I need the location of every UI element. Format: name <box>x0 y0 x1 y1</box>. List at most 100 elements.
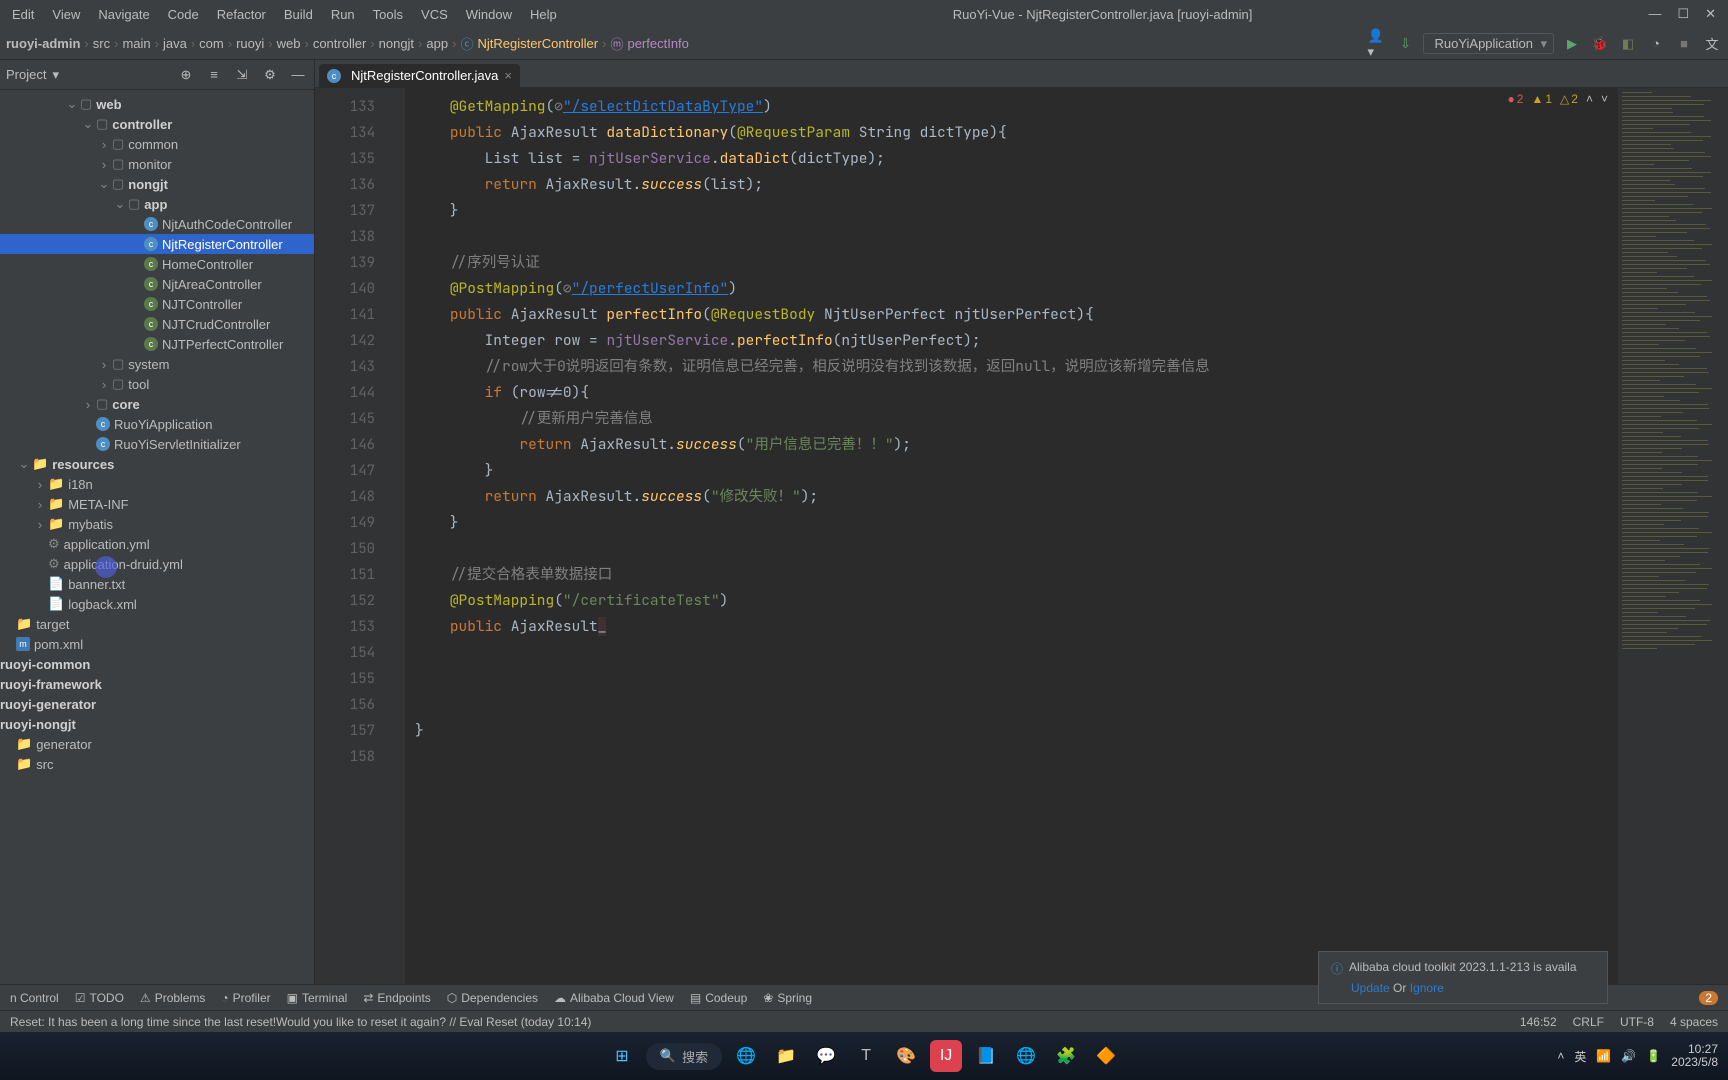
inspections-down-icon[interactable]: ˅ <box>1601 92 1608 106</box>
tree-folder-app[interactable]: ⌄▢app <box>0 194 314 214</box>
errors-badge[interactable]: ● 2 <box>1508 92 1524 106</box>
app-icon-1[interactable]: 🎨 <box>890 1040 922 1072</box>
indent-settings[interactable]: 4 spaces <box>1670 1015 1718 1029</box>
code-editor[interactable]: @GetMapping(⊘"/selectDictDataByType") pu… <box>405 88 1618 984</box>
tree-file-druidyml[interactable]: ⚙application-druid.yml <box>0 554 314 574</box>
tree-file-pom[interactable]: mpom.xml <box>0 634 314 654</box>
tree-folder-target[interactable]: 📁target <box>0 614 314 634</box>
menu-edit[interactable]: Edit <box>4 5 42 24</box>
bc-item[interactable]: main <box>122 36 150 51</box>
tree-folder-system[interactable]: ›▢system <box>0 354 314 374</box>
system-tray[interactable]: ˄ 英 📶 🔊 🔋 10:27 2023/5/8 <box>1557 1043 1718 1069</box>
tray-battery-icon[interactable]: 🔋 <box>1646 1049 1661 1063</box>
tray-date[interactable]: 2023/5/8 <box>1671 1055 1718 1069</box>
explorer-icon[interactable]: 📁 <box>770 1040 802 1072</box>
bc-item[interactable]: web <box>277 36 301 51</box>
collapse-all-icon[interactable]: ⇲ <box>232 65 252 85</box>
bottom-tab-endpoints[interactable]: ⇄ Endpoints <box>363 991 430 1005</box>
tree-file-njt[interactable]: cNJTController <box>0 294 314 314</box>
weak-warn-badge[interactable]: △ 2 <box>1560 92 1578 106</box>
editor-tab-njtregister[interactable]: c NjtRegisterController.java × <box>319 64 520 87</box>
popup-update-link[interactable]: Update <box>1351 981 1390 995</box>
menu-vcs[interactable]: VCS <box>413 5 456 24</box>
tree-folder-monitor[interactable]: ›▢monitor <box>0 154 314 174</box>
run-config-select[interactable]: RuoYiApplication <box>1423 33 1554 54</box>
menu-run[interactable]: Run <box>323 5 363 24</box>
line-separator[interactable]: CRLF <box>1573 1015 1604 1029</box>
tree-file-njtregister[interactable]: cNjtRegisterController <box>0 234 314 254</box>
tree-folder-nongjt[interactable]: ⌄▢nongjt <box>0 174 314 194</box>
notification-count-badge[interactable]: 2 <box>1699 991 1718 1005</box>
bottom-tab-deps[interactable]: ⬡ Dependencies <box>447 991 538 1005</box>
bc-class[interactable]: NjtRegisterController <box>477 36 598 51</box>
inspections-up-icon[interactable]: ˄ <box>1586 92 1593 106</box>
bottom-tab-vc[interactable]: n Control <box>10 991 59 1005</box>
tree-folder-common[interactable]: ›▢common <box>0 134 314 154</box>
bc-method[interactable]: perfectInfo <box>627 36 688 51</box>
bc-item[interactable]: java <box>163 36 187 51</box>
bc-item[interactable]: src <box>93 36 110 51</box>
hide-tool-window-icon[interactable]: — <box>288 65 308 85</box>
inspection-indicators[interactable]: ● 2 ▲ 1 △ 2 ˄ ˅ <box>1508 92 1608 106</box>
tree-mod-common[interactable]: ruoyi-common <box>0 654 314 674</box>
tree-file-njtperfect[interactable]: cNJTPerfectController <box>0 334 314 354</box>
minimize-icon[interactable]: — <box>1648 6 1661 22</box>
typora-icon[interactable]: T <box>850 1040 882 1072</box>
bc-item[interactable]: ruoyi <box>236 36 264 51</box>
debug-icon[interactable]: 🐞 <box>1590 34 1610 54</box>
intellij-icon[interactable]: IJ <box>930 1040 962 1072</box>
tray-time[interactable]: 10:27 <box>1688 1042 1718 1056</box>
tree-file-banner[interactable]: 📄banner.txt <box>0 574 314 594</box>
edge-icon[interactable]: 🌐 <box>730 1040 762 1072</box>
tree-mod-generator[interactable]: ruoyi-generator <box>0 694 314 714</box>
start-icon[interactable]: ⊞ <box>606 1040 638 1072</box>
tree-folder-metainf[interactable]: ›📁META-INF <box>0 494 314 514</box>
coverage-icon[interactable]: ◧ <box>1618 34 1638 54</box>
app-icon-2[interactable]: 📘 <box>970 1040 1002 1072</box>
bottom-tab-codeup[interactable]: ▤ Codeup <box>690 991 747 1005</box>
bottom-tab-spring[interactable]: ❀ Spring <box>763 991 812 1005</box>
gear-icon[interactable]: ⚙ <box>260 65 280 85</box>
menu-navigate[interactable]: Navigate <box>90 5 157 24</box>
expand-all-icon[interactable]: ≡ <box>204 65 224 85</box>
select-opened-file-icon[interactable]: ⊕ <box>176 65 196 85</box>
tree-folder-tool[interactable]: ›▢tool <box>0 374 314 394</box>
tray-volume-icon[interactable]: 🔊 <box>1621 1049 1636 1063</box>
tree-file-servlet[interactable]: cRuoYiServletInitializer <box>0 434 314 454</box>
bc-item[interactable]: nongjt <box>379 36 414 51</box>
tree-file-ruoyiapp[interactable]: cRuoYiApplication <box>0 414 314 434</box>
app-icon-4[interactable]: 🔶 <box>1090 1040 1122 1072</box>
menu-code[interactable]: Code <box>160 5 207 24</box>
bottom-tab-terminal[interactable]: ▣ Terminal <box>287 991 348 1005</box>
stop-icon[interactable]: ■ <box>1674 34 1694 54</box>
tree-mod-framework[interactable]: ruoyi-framework <box>0 674 314 694</box>
chrome-icon[interactable]: 🌐 <box>1010 1040 1042 1072</box>
tree-folder-resources[interactable]: ⌄📁resources <box>0 454 314 474</box>
tree-folder-src[interactable]: 📁src <box>0 754 314 774</box>
tree-folder-i18n[interactable]: ›📁i18n <box>0 474 314 494</box>
caret-position[interactable]: 146:52 <box>1520 1015 1557 1029</box>
build-icon[interactable]: ⇩ <box>1395 34 1415 54</box>
breadcrumb[interactable]: ruoyi-admin› src› main› java› com› ruoyi… <box>6 34 1363 53</box>
bc-item[interactable]: app <box>426 36 448 51</box>
bottom-tab-profiler[interactable]: ◔ Profiler <box>221 991 270 1005</box>
tree-file-home[interactable]: cHomeController <box>0 254 314 274</box>
tree-mod-nongjt[interactable]: ruoyi-nongjt <box>0 714 314 734</box>
minimap[interactable] <box>1618 88 1728 984</box>
tree-folder-mybatis[interactable]: ›📁mybatis <box>0 514 314 534</box>
bottom-tab-todo[interactable]: ☑ TODO <box>75 991 124 1005</box>
profiler-icon[interactable]: ◔ <box>1646 34 1666 54</box>
tree-file-njtauthcode[interactable]: cNjtAuthCodeController <box>0 214 314 234</box>
tray-wifi-icon[interactable]: 📶 <box>1596 1049 1611 1063</box>
tree-folder-core[interactable]: ›▢core <box>0 394 314 414</box>
warn-badge[interactable]: ▲ 1 <box>1531 92 1552 106</box>
close-icon[interactable]: ✕ <box>1705 6 1716 22</box>
taskbar-search[interactable]: 🔍 搜索 <box>646 1043 722 1070</box>
project-pane-dropdown[interactable]: Project <box>6 67 46 82</box>
project-tree[interactable]: ⌄▢web ⌄▢controller ›▢common ›▢monitor ⌄▢… <box>0 90 314 984</box>
app-icon-3[interactable]: 🧩 <box>1050 1040 1082 1072</box>
user-dropdown-icon[interactable]: 👤▾ <box>1367 34 1387 54</box>
popup-ignore-link[interactable]: Ignore <box>1410 981 1444 995</box>
bottom-tab-problems[interactable]: ⚠ Problems <box>140 991 205 1005</box>
tray-ime[interactable]: 英 <box>1574 1048 1586 1065</box>
